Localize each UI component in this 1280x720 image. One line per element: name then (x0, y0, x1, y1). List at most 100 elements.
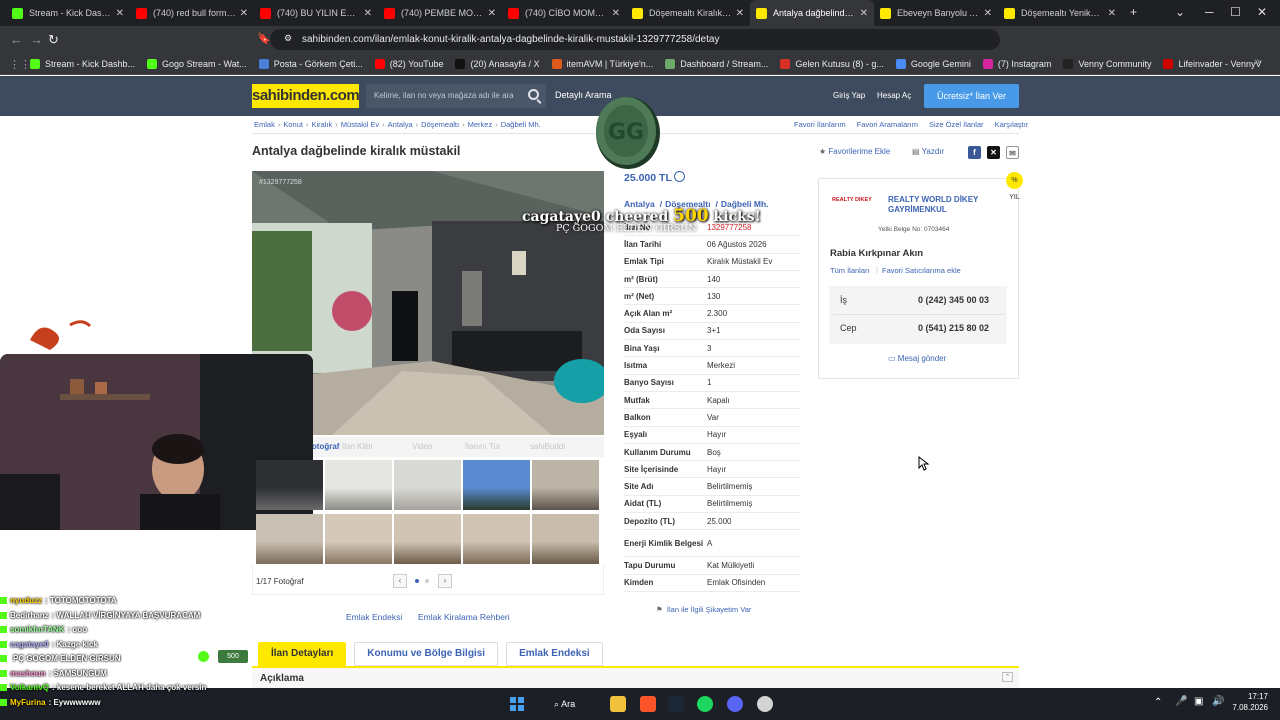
browser-tab[interactable]: Döşemealtı Yeniköy'de 2 ✕ (998, 0, 1122, 26)
user-shortcut-link[interactable]: Size Özel İlanlar (929, 120, 984, 129)
bookmark-item[interactable]: (20) Anasayfa / X (455, 58, 540, 69)
photo-media-tab[interactable]: Video (412, 442, 432, 451)
photo-thumbnail[interactable] (394, 460, 461, 510)
bookmark-item[interactable]: Lifeinvader - VennyV (1163, 58, 1262, 69)
volume-icon[interactable]: 🔊 (1212, 696, 1224, 707)
photo-thumbnail[interactable] (325, 460, 392, 510)
close-tab-icon[interactable]: ✕ (860, 8, 868, 19)
brave-browser-icon[interactable] (640, 696, 656, 712)
minimize-button[interactable]: ─ (1205, 5, 1214, 19)
photo-media-tab[interactable]: sahiBuddi (530, 442, 565, 451)
new-tab-button[interactable]: + (1130, 5, 1137, 19)
report-listing-link[interactable]: ⚑ İlan ile İlgili Şikayetim Var (656, 605, 751, 614)
bookmark-item[interactable]: (7) Instagram (982, 58, 1051, 69)
browser-tab[interactable]: Ebeveyn Banyolu Alaturka ✕ (874, 0, 998, 26)
emlak-endeksi-link[interactable]: Emlak Endeksi (346, 612, 402, 622)
discord-icon[interactable] (727, 696, 743, 712)
add-favorite-link[interactable]: ★ Favorilerime Ekle (819, 147, 890, 156)
user-shortcut-link[interactable]: Favori Aramalarım (857, 120, 918, 129)
phone-number-mobile[interactable]: 0 (541) 215 80 02 (918, 323, 989, 333)
apps-grid-icon[interactable]: ⋮⋮ (9, 58, 31, 71)
breadcrumb-item[interactable]: Konut (283, 120, 303, 129)
bookmark-item[interactable]: Gogo Stream - Wat... (147, 58, 247, 69)
login-link[interactable]: Giriş Yap (833, 91, 865, 100)
register-link[interactable]: Hesap Aç (877, 91, 911, 100)
seller-logo[interactable]: REALTY DIKEY (832, 197, 882, 209)
close-tab-icon[interactable]: ✕ (240, 8, 248, 19)
next-photos-button[interactable]: › (438, 574, 452, 588)
site-info-icon[interactable]: ⚙ (284, 33, 292, 44)
close-window-button[interactable]: ✕ (1257, 5, 1267, 19)
close-tab-icon[interactable]: ✕ (612, 8, 620, 19)
breadcrumb-item[interactable]: Müstakil Ev (341, 120, 379, 129)
photo-thumbnail[interactable] (532, 514, 599, 564)
browser-tab[interactable]: (740) BU YILIN EN BÜYÜ ✕ (254, 0, 378, 26)
prev-photos-button[interactable]: ‹ (393, 574, 407, 588)
forward-icon[interactable]: → (30, 32, 43, 47)
collapse-icon[interactable]: ⌃ (1002, 672, 1013, 682)
user-shortcut-link[interactable]: Favori İlanlarım (794, 120, 846, 129)
favorite-seller-link[interactable]: Favori Satıcılarıma ekle (882, 266, 961, 275)
bookmark-item[interactable]: Gelen Kutusu (8) - g... (780, 58, 884, 69)
windows-start-icon[interactable] (510, 697, 524, 711)
address-bar[interactable]: sahibinden.com/ilan/emlak-konut-kiralik-… (270, 29, 1000, 50)
email-share-icon[interactable]: ✉ (1006, 146, 1019, 159)
photo-thumbnail[interactable] (463, 460, 530, 510)
all-ads-link[interactable]: Tüm İlanları (830, 266, 870, 275)
breadcrumb-item[interactable]: Antalya (388, 120, 413, 129)
taskbar-search[interactable]: ⌕ Ara (548, 694, 598, 714)
close-tab-icon[interactable]: ✕ (1108, 8, 1116, 19)
rental-guide-link[interactable]: Emlak Kiralama Rehberi (418, 612, 510, 622)
breadcrumb-item[interactable]: Kiralık (311, 120, 332, 129)
seller-name-link[interactable]: REALTY WORLD DİKEY GAYRİMENKUL (888, 195, 998, 215)
photo-thumbnail[interactable] (394, 514, 461, 564)
print-link[interactable]: ▤ Yazdır (912, 147, 944, 156)
photo-media-tab[interactable]: İlanını Tur (465, 442, 501, 451)
search-input[interactable]: Kelime, ilan no veya mağaza adı ile ara (366, 84, 546, 108)
detail-tab[interactable]: İlan Detayları (258, 642, 347, 666)
bookmark-item[interactable]: Posta - Görkem Çeti... (258, 58, 363, 69)
bookmarks-more-icon[interactable]: » (1254, 56, 1260, 68)
user-shortcut-link[interactable]: Karşılaştır (995, 120, 1029, 129)
phone-number-work[interactable]: 0 (242) 345 00 03 (918, 295, 989, 305)
reload-icon[interactable]: ↻ (48, 32, 59, 48)
close-tab-icon[interactable]: ✕ (488, 8, 496, 19)
photo-thumbnail[interactable] (325, 514, 392, 564)
display-icon[interactable]: ▣ (1194, 696, 1203, 707)
detail-tab[interactable]: Konumu ve Bölge Bilgisi (354, 642, 499, 666)
browser-tab[interactable]: (740) CİBO MOMENTS | U ✕ (502, 0, 626, 26)
bookmark-item[interactable]: itemAVM | Türkiye'n... (551, 58, 653, 69)
maximize-button[interactable]: ☐ (1230, 5, 1241, 19)
back-icon[interactable]: ← (10, 32, 23, 47)
browser-tab[interactable]: (740) PEMBE MONSTER | ✕ (378, 0, 502, 26)
breadcrumb-item[interactable]: Döşemealtı (421, 120, 459, 129)
tab-search-icon[interactable]: ⌄ (1175, 5, 1185, 19)
browser-tab[interactable]: Stream - Kick Dashboard ✕ (6, 0, 130, 26)
close-tab-icon[interactable]: ✕ (736, 8, 744, 19)
tray-expand-icon[interactable]: ⌃ (1154, 697, 1162, 708)
price-history-icon[interactable] (674, 171, 685, 182)
bookmark-item[interactable]: Venny Community (1063, 58, 1151, 69)
sahibinden-logo[interactable]: sahibinden.com (252, 84, 360, 108)
breadcrumb-item[interactable]: Merkez (468, 120, 493, 129)
close-tab-icon[interactable]: ✕ (116, 8, 124, 19)
send-message-link[interactable]: ▭ Mesaj gönder (888, 354, 946, 363)
bookmark-item[interactable]: Google Gemini (895, 58, 971, 69)
bookmark-icon[interactable]: 🔖 (257, 32, 271, 45)
page-dot-active[interactable] (415, 579, 419, 583)
page-dot[interactable] (425, 579, 429, 583)
bookmark-item[interactable]: (82) YouTube (374, 58, 443, 69)
browser-tab[interactable]: Antalya dağbelinde k ✕ (750, 0, 874, 26)
photo-thumbnail[interactable] (256, 514, 323, 564)
browser-tab[interactable]: Döşemealtı Kiralık Müstak ✕ (626, 0, 750, 26)
photo-media-tab[interactable]: İlan Klibi (342, 442, 372, 451)
browser-tab[interactable]: (740) red bull formulaz - ✕ (130, 0, 254, 26)
x-share-icon[interactable]: ✕ (987, 146, 1000, 159)
steam-icon[interactable] (668, 696, 684, 712)
spotify-icon[interactable] (697, 696, 713, 712)
facebook-share-icon[interactable]: f (968, 146, 981, 159)
breadcrumb-item[interactable]: Dağbeli Mh. (501, 120, 541, 129)
photo-thumbnail[interactable] (256, 460, 323, 510)
close-tab-icon[interactable]: ✕ (984, 8, 992, 19)
search-icon[interactable] (528, 89, 539, 100)
